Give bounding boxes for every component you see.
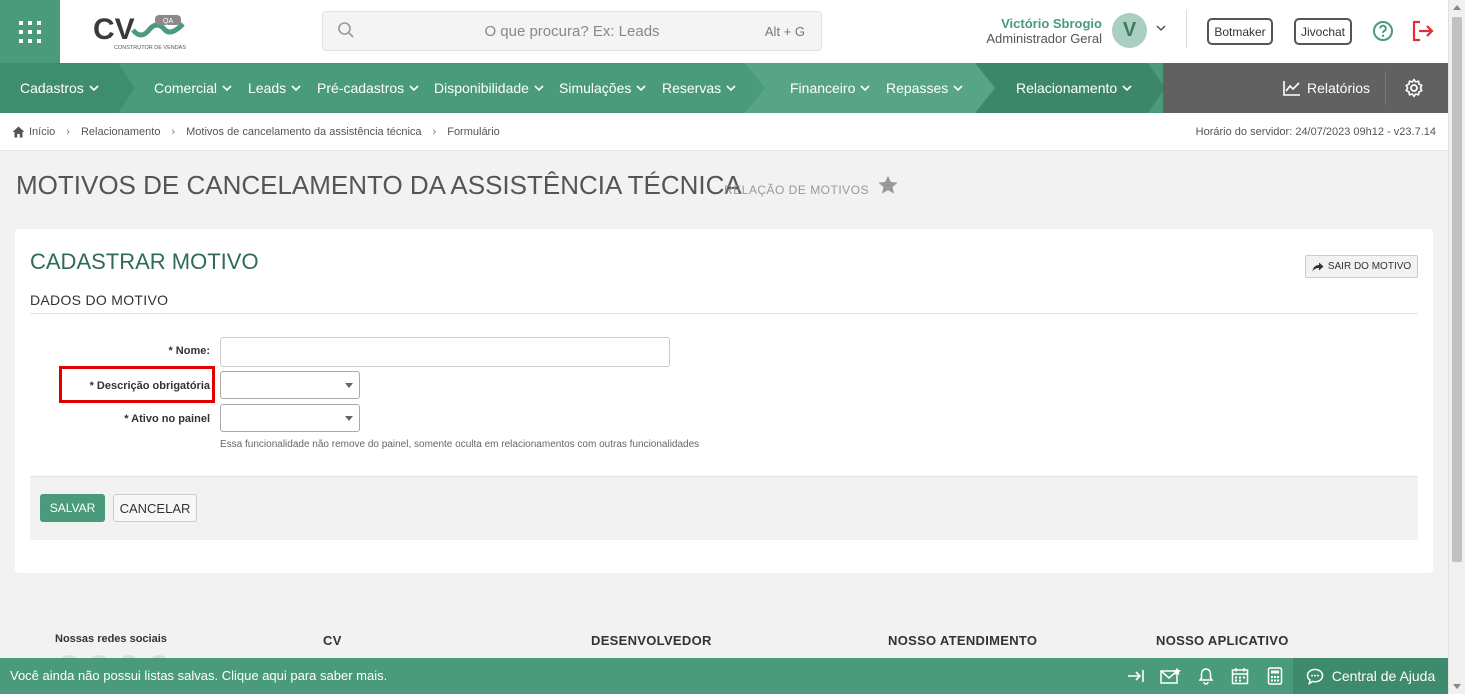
nav-reservas[interactable]: Reservas xyxy=(662,63,736,113)
bottom-bar: Você ainda não possui listas salvas. Cli… xyxy=(0,658,1448,694)
star-icon[interactable] xyxy=(877,175,899,196)
chevron-down-icon[interactable] xyxy=(1155,22,1167,34)
chevron-right-icon: › xyxy=(171,126,176,138)
collapse-right-icon[interactable] xyxy=(1127,667,1145,685)
breadcrumb-relacionamento[interactable]: Relacionamento xyxy=(81,126,161,138)
page-title: MOTIVOS DE CANCELAMENTO DA ASSISTÊNCIA T… xyxy=(16,170,742,200)
server-time: Horário do servidor: 24/07/2023 09h12 - … xyxy=(1195,126,1436,138)
dropdown-arrow-icon xyxy=(345,383,353,388)
chevron-down-icon xyxy=(89,85,99,92)
scroll-thumb[interactable] xyxy=(1452,17,1462,562)
footer-col-cv: CV xyxy=(323,633,342,648)
bell-icon[interactable] xyxy=(1198,667,1214,685)
chevron-down-icon xyxy=(726,85,736,92)
name-input[interactable] xyxy=(220,337,670,367)
exit-motivo-button[interactable]: SAIR DO MOTIVO xyxy=(1305,255,1418,278)
scroll-down-arrow[interactable] xyxy=(1453,684,1461,689)
description-required-select[interactable] xyxy=(220,371,360,399)
chart-line-icon xyxy=(1283,81,1300,96)
footer-col-app: NOSSO APLICATIVO xyxy=(1156,633,1289,648)
gear-icon[interactable] xyxy=(1404,78,1424,98)
calendar-icon[interactable] xyxy=(1231,667,1249,685)
chevron-down-icon xyxy=(291,85,301,92)
avatar[interactable]: V xyxy=(1112,13,1147,48)
form-card: CADASTRAR MOTIVO SAIR DO MOTIVO DADOS DO… xyxy=(15,229,1433,573)
nav-leads[interactable]: Leads xyxy=(248,63,301,113)
chat-icon xyxy=(1306,668,1323,685)
user-role: Administrador Geral xyxy=(986,31,1102,46)
mail-star-icon[interactable] xyxy=(1160,667,1182,685)
chevron-down-icon xyxy=(860,85,870,92)
search-shortcut: Alt + G xyxy=(764,24,805,39)
nav-simulacoes[interactable]: Simulações xyxy=(559,63,646,113)
search-placeholder: O que procura? Ex: Leads xyxy=(484,23,660,40)
main-nav: Cadastros Comercial Leads Pré-cadastros … xyxy=(0,63,1448,113)
logout-icon[interactable] xyxy=(1411,20,1435,42)
nav-repasses[interactable]: Repasses xyxy=(886,63,963,113)
reports-link[interactable]: Relatórios xyxy=(1283,63,1370,113)
breadcrumb-formulario: Formulário xyxy=(447,126,500,138)
chevron-right-icon: › xyxy=(66,126,70,138)
nav-relacionamento[interactable]: Relacionamento xyxy=(1016,63,1132,113)
nav-pre-cadastros[interactable]: Pré-cadastros xyxy=(317,63,419,113)
active-panel-hint: Essa funcionalidade não remove do painel… xyxy=(220,439,700,450)
nav-financeiro[interactable]: Financeiro xyxy=(790,63,870,113)
saved-lists-message[interactable]: Você ainda não possui listas salvas. Cli… xyxy=(10,668,387,683)
nav-cadastros[interactable]: Cadastros xyxy=(20,63,99,113)
cancel-button[interactable]: CANCELAR xyxy=(113,494,197,522)
footer-col-support: NOSSO ATENDIMENTO xyxy=(888,633,1038,648)
global-search[interactable]: O que procura? Ex: Leads Alt + G xyxy=(322,11,822,51)
divider xyxy=(1385,71,1386,105)
help-icon[interactable] xyxy=(1372,20,1394,42)
jivochat-button[interactable]: Jivochat xyxy=(1294,18,1352,45)
breadcrumb-motivos[interactable]: Motivos de cancelamento da assistência t… xyxy=(186,126,421,138)
nav-comercial[interactable]: Comercial xyxy=(154,63,232,113)
active-panel-select[interactable] xyxy=(220,404,360,432)
apps-grid-button[interactable] xyxy=(0,0,60,63)
chevron-down-icon xyxy=(409,85,419,92)
chevron-down-icon xyxy=(222,85,232,92)
dropdown-arrow-icon xyxy=(345,416,353,421)
chevron-down-icon xyxy=(953,85,963,92)
active-panel-label: * Ativo no painel xyxy=(124,413,210,425)
top-bar: CV QA CONSTRUTOR DE VENDAS O que procura… xyxy=(0,0,1448,63)
chevron-down-icon xyxy=(1122,85,1132,92)
footer-col-developer: DESENVOLVEDOR xyxy=(591,633,712,648)
page-scrollbar[interactable] xyxy=(1448,0,1465,694)
svg-text:CONSTRUTOR DE VENDAS: CONSTRUTOR DE VENDAS xyxy=(114,45,186,51)
svg-text:CV: CV xyxy=(93,13,135,46)
form-actions: SALVAR CANCELAR xyxy=(30,476,1418,540)
page-subtitle: RELAÇÃO DE MOTIVOS xyxy=(724,183,870,197)
chevron-right-icon: › xyxy=(432,126,437,138)
nav-disponibilidade[interactable]: Disponibilidade xyxy=(434,63,544,113)
breadcrumb-home[interactable]: Início xyxy=(29,126,55,138)
home-icon xyxy=(12,126,25,138)
footer-social-title: Nossas redes sociais xyxy=(55,633,167,645)
name-label: * Nome: xyxy=(168,345,210,357)
svg-text:QA: QA xyxy=(163,18,173,25)
share-arrow-icon xyxy=(1312,262,1324,271)
save-button[interactable]: SALVAR xyxy=(40,494,105,522)
divider xyxy=(30,313,1418,314)
card-title: CADASTRAR MOTIVO xyxy=(30,249,259,274)
highlight-box xyxy=(59,366,215,403)
help-center-button[interactable]: Central de Ajuda xyxy=(1293,658,1448,694)
cv-logo[interactable]: CV QA CONSTRUTOR DE VENDAS xyxy=(93,12,193,52)
user-name[interactable]: Victório Sbrogio xyxy=(1001,16,1102,31)
scroll-up-arrow[interactable] xyxy=(1453,5,1461,10)
divider xyxy=(1186,10,1187,48)
chevron-down-icon xyxy=(534,85,544,92)
botmaker-button[interactable]: Botmaker xyxy=(1207,18,1273,45)
section-title: DADOS DO MOTIVO xyxy=(30,292,169,308)
calculator-icon[interactable] xyxy=(1267,667,1283,685)
breadcrumb: Início › Relacionamento › Motivos de can… xyxy=(12,126,500,138)
apps-grid-icon xyxy=(19,20,41,43)
chevron-down-icon xyxy=(636,85,646,92)
breadcrumb-bar: Início › Relacionamento › Motivos de can… xyxy=(0,113,1448,151)
